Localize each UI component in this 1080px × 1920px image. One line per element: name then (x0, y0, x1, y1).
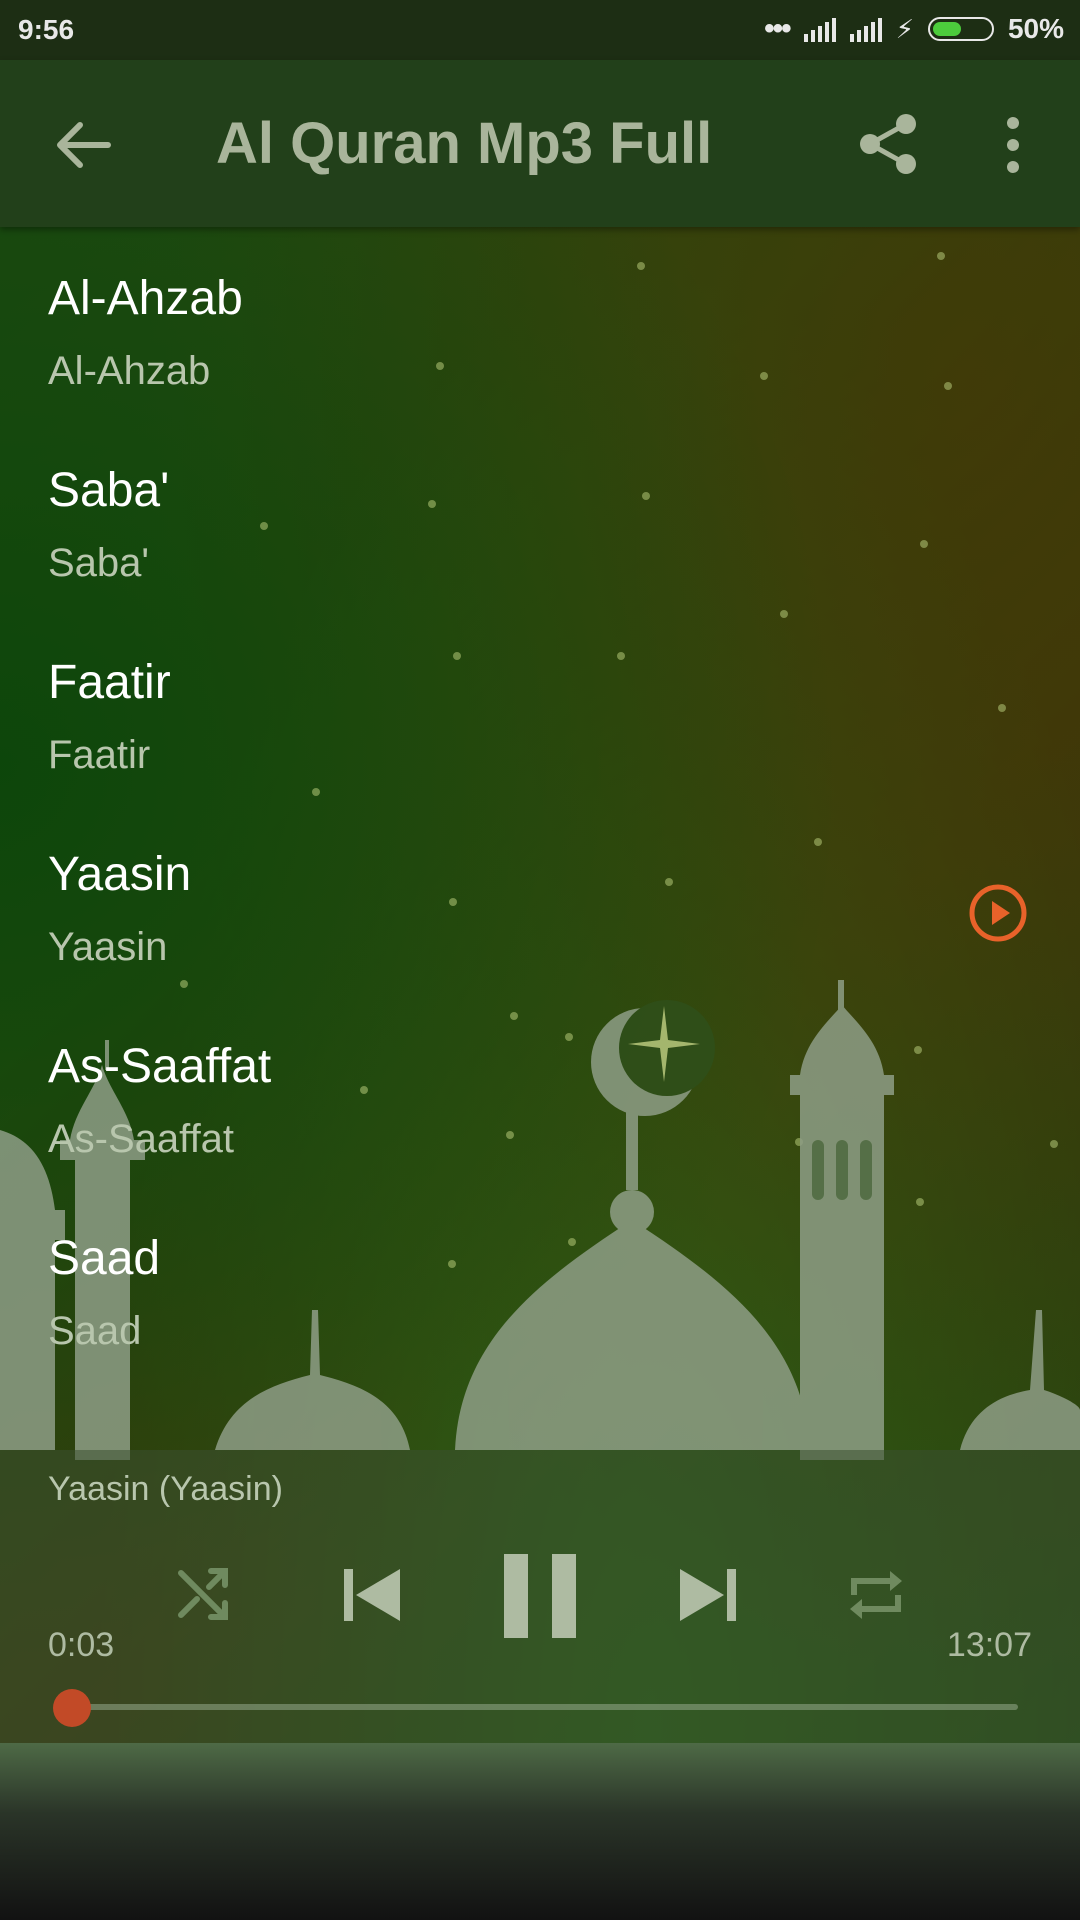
track-subtitle: As-Saaffat (48, 1117, 235, 1161)
status-bar: 9:56 ••• ⚡ 50% (0, 0, 1080, 60)
previous-button[interactable] (342, 1565, 402, 1625)
charging-icon: ⚡ (895, 13, 914, 44)
track-subtitle: Saba' (48, 541, 150, 585)
track-title: Al-Ahzab (48, 272, 243, 325)
list-item[interactable]: Yaasin Yaasin (0, 803, 1080, 995)
track-subtitle: Yaasin (48, 925, 168, 969)
shuffle-icon (178, 1568, 228, 1620)
app-title: Al Quran Mp3 Full (216, 111, 713, 176)
elapsed-time: 0:03 (48, 1626, 115, 1664)
list-item[interactable]: Al-Ahzab Al-Ahzab (0, 227, 1080, 419)
status-icons: ••• ⚡ 50% (764, 12, 1064, 46)
next-button[interactable] (678, 1565, 738, 1625)
more-vert-icon (1007, 117, 1019, 173)
track-title: Saad (48, 1232, 161, 1285)
more-notifications-icon: ••• (764, 12, 791, 45)
track-list: Al-Ahzab Al-Ahzab Saba' Saba' Faatir Faa… (0, 227, 1080, 1379)
status-time: 9:56 (18, 14, 75, 45)
signal-icon (849, 16, 882, 42)
track-title: Faatir (48, 656, 171, 709)
screen: 9:56 ••• ⚡ 50% Al Quran Mp3 Full Al-Ahza… (0, 0, 1080, 1920)
track-subtitle: Al-Ahzab (48, 349, 211, 393)
track-title: Saba' (48, 464, 170, 517)
list-item[interactable]: As-Saaffat As-Saaffat (0, 995, 1080, 1187)
repeat-button[interactable] (846, 1565, 906, 1625)
back-button[interactable] (50, 115, 120, 175)
pause-icon (504, 1554, 576, 1638)
now-playing-icon (969, 884, 1027, 942)
seek-thumb[interactable] (52, 1689, 91, 1727)
battery-icon (927, 17, 994, 41)
pause-button[interactable] (500, 1554, 580, 1638)
share-icon (860, 114, 916, 174)
track-subtitle: Faatir (48, 733, 151, 777)
track-subtitle: Saad (48, 1309, 142, 1353)
app-bar: Al Quran Mp3 Full (0, 60, 1080, 227)
arrow-left-icon (57, 122, 111, 168)
now-playing-label: Yaasin (Yaasin) (48, 1470, 283, 1508)
share-button[interactable] (856, 112, 920, 176)
list-item[interactable]: Saba' Saba' (0, 419, 1080, 611)
list-item[interactable]: Saad Saad (0, 1187, 1080, 1379)
repeat-icon (850, 1571, 902, 1619)
track-title: Yaasin (48, 848, 192, 901)
bottom-fade (0, 1743, 1080, 1920)
shuffle-button[interactable] (175, 1565, 233, 1623)
track-title: As-Saaffat (48, 1040, 272, 1093)
list-item[interactable]: Faatir Faatir (0, 611, 1080, 803)
skip-previous-icon (344, 1569, 400, 1621)
more-options-button[interactable] (998, 115, 1028, 175)
seek-bar[interactable] (68, 1704, 1018, 1710)
total-time: 13:07 (946, 1626, 1032, 1664)
player-panel: Yaasin (Yaasin) 0:03 13:07 (0, 1450, 1080, 1743)
battery-percent: 50% (1007, 13, 1064, 44)
battery-fill (932, 22, 961, 36)
skip-next-icon (680, 1569, 736, 1621)
signal-icon (803, 16, 836, 42)
